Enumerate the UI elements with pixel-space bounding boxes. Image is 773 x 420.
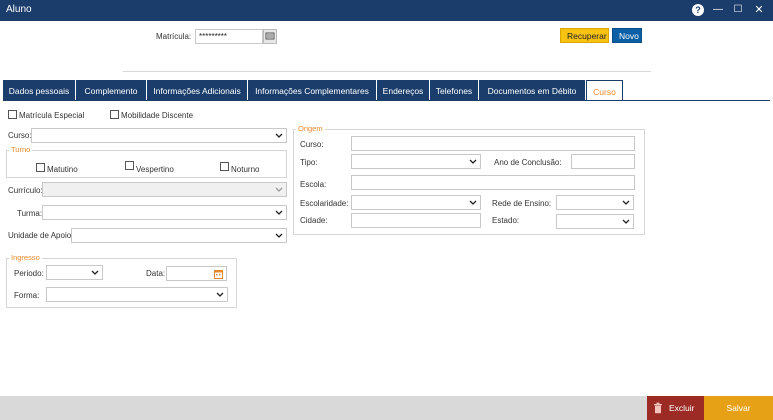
data-input[interactable] xyxy=(166,266,227,281)
novo-button[interactable]: Novo xyxy=(612,28,642,43)
tab-enderecos[interactable]: Endereços xyxy=(377,80,430,101)
chevron-down-icon xyxy=(275,233,283,238)
cidade-input[interactable] xyxy=(351,213,481,228)
tab-informacoes-complementares[interactable]: Informações Complementares xyxy=(248,80,377,101)
rede-ensino-select[interactable] xyxy=(556,195,634,210)
tab-informacoes-adicionais[interactable]: Informações Adicionais xyxy=(147,80,248,101)
cidade-label: Cidade: xyxy=(300,216,328,225)
chevron-down-icon xyxy=(91,270,99,275)
unidade-apoio-select[interactable] xyxy=(71,228,287,243)
escola-input[interactable] xyxy=(351,175,635,190)
turno-legend: Turno xyxy=(9,145,33,154)
tab-underline xyxy=(3,100,770,101)
help-icon[interactable]: ? xyxy=(692,4,704,16)
rede-ensino-label: Rede de Ensino: xyxy=(492,199,552,208)
turma-select[interactable] xyxy=(42,205,287,220)
unidade-apoio-label: Unidade de Apoio: xyxy=(8,231,74,240)
header-divider xyxy=(123,71,651,72)
curriculo-label: Currículo: xyxy=(8,186,43,195)
tab-dados-pessoais[interactable]: Dados pessoais xyxy=(3,80,76,101)
tab-documentos-em-debito[interactable]: Documentos em Débito xyxy=(479,80,586,101)
recuperar-button[interactable]: Recuperar xyxy=(560,28,609,43)
minimize-icon[interactable]: — xyxy=(712,4,724,16)
matricula-especial-checkbox[interactable] xyxy=(8,110,17,119)
origem-curso-label: Curso: xyxy=(300,140,324,149)
turma-label: Turma: xyxy=(17,209,43,218)
search-matricula-button[interactable] xyxy=(263,29,277,44)
origem-tipo-label: Tipo: xyxy=(300,158,318,167)
escolaridade-select[interactable] xyxy=(351,195,481,210)
chevron-down-icon xyxy=(622,200,630,205)
window-title: Aluno xyxy=(6,4,32,15)
excluir-button[interactable]: Excluir xyxy=(647,396,704,420)
tab-complemento[interactable]: Complemento xyxy=(76,80,147,101)
forma-select[interactable] xyxy=(46,287,228,302)
matutino-label: Matutino xyxy=(47,165,78,174)
excluir-label: Excluir xyxy=(669,403,695,413)
escolaridade-label: Escolaridade: xyxy=(300,199,349,208)
noturno-label: Noturno xyxy=(231,165,260,174)
estado-label: Estado: xyxy=(492,216,520,225)
tab-telefones[interactable]: Telefones xyxy=(430,80,479,101)
tab-bar: Dados pessoais Complemento Informações A… xyxy=(3,80,773,101)
close-icon[interactable]: ✕ xyxy=(753,4,765,16)
escola-label: Escola: xyxy=(300,180,327,189)
vespertino-label: Vespertino xyxy=(136,165,174,174)
window-titlebar: Aluno ? — ☐ ✕ xyxy=(0,0,773,21)
origem-legend: Origem xyxy=(296,124,325,133)
periodo-label: Periodo: xyxy=(14,269,44,278)
matutino-checkbox[interactable] xyxy=(36,163,45,172)
maximize-icon[interactable]: ☐ xyxy=(732,4,744,16)
forma-label: Forma: xyxy=(14,291,40,300)
matricula-label: Matrícula: xyxy=(156,32,192,41)
chevron-down-icon xyxy=(469,200,477,205)
chevron-down-icon xyxy=(622,219,630,224)
periodo-select[interactable] xyxy=(46,265,103,280)
chevron-down-icon xyxy=(469,159,477,164)
search-icon xyxy=(265,32,275,40)
data-label: Data: xyxy=(146,269,166,278)
ano-conclusao-input[interactable] xyxy=(571,154,635,169)
tab-curso[interactable]: Curso xyxy=(586,80,623,101)
curso-select[interactable] xyxy=(31,128,287,143)
salvar-button[interactable]: Salvar xyxy=(704,396,773,420)
estado-select[interactable] xyxy=(556,214,634,229)
ingresso-legend: Ingresso xyxy=(9,253,42,262)
trash-icon xyxy=(654,402,662,414)
chevron-down-icon xyxy=(275,133,283,138)
matricula-especial-label: Matrícula Especial xyxy=(19,111,85,120)
curriculo-select[interactable] xyxy=(42,182,287,197)
chevron-down-icon xyxy=(275,187,283,192)
chevron-down-icon xyxy=(275,210,283,215)
origem-tipo-select[interactable] xyxy=(351,154,481,169)
mobilidade-discente-label: Mobilidade Discente xyxy=(121,111,194,120)
noturno-checkbox[interactable] xyxy=(220,162,229,171)
matricula-input[interactable]: ********* xyxy=(195,29,263,44)
ano-conclusao-label: Ano de Conclusão: xyxy=(494,158,562,167)
origem-curso-input[interactable] xyxy=(351,136,635,151)
calendar-icon[interactable] xyxy=(214,269,223,279)
mobilidade-discente-checkbox[interactable] xyxy=(110,110,119,119)
chevron-down-icon xyxy=(216,292,224,297)
vespertino-checkbox[interactable] xyxy=(125,161,134,170)
curso-label: Curso: xyxy=(8,131,32,140)
